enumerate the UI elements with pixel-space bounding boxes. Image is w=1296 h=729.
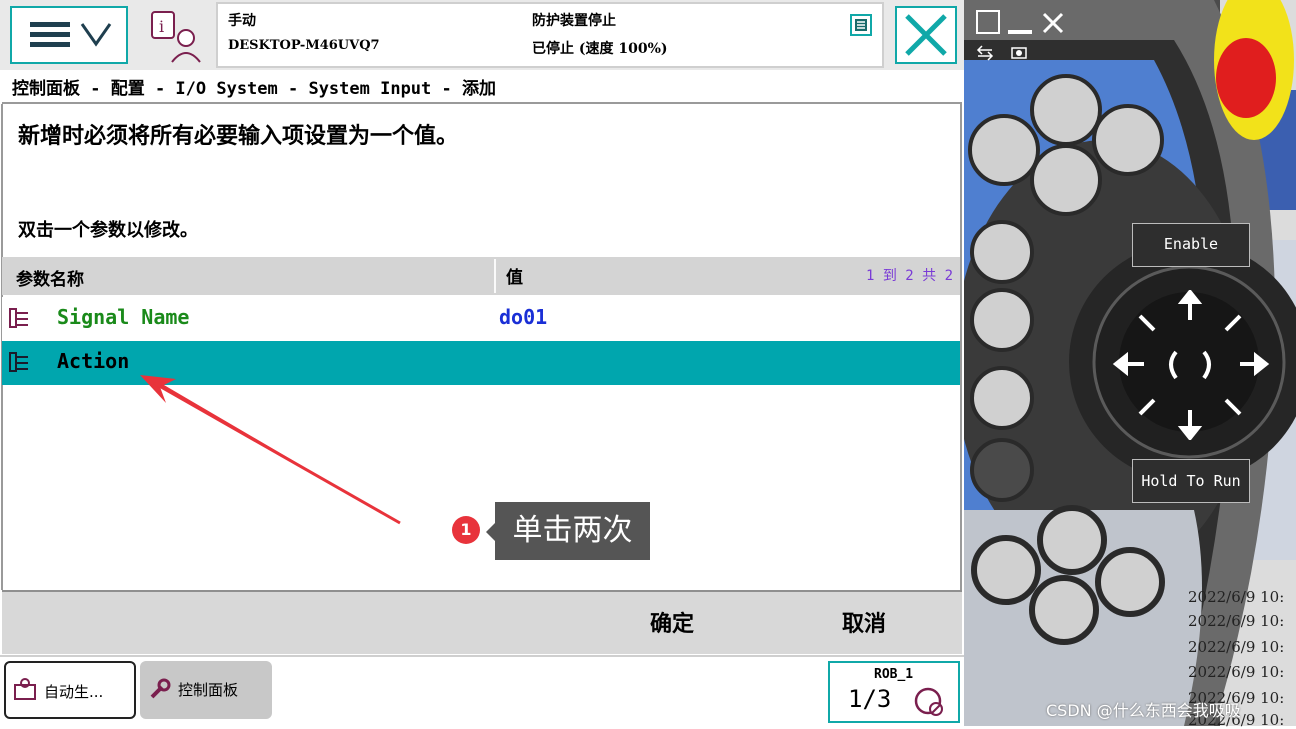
task-button-control-panel[interactable]: 控制面板 bbox=[140, 661, 272, 719]
parameter-name: Action bbox=[57, 349, 130, 373]
pendant-minimize-button[interactable] bbox=[1008, 12, 1032, 34]
joystick-arrows-icon[interactable] bbox=[1110, 290, 1270, 440]
top-bar: i 手动 DESKTOP-M46UVQ7 防护装置停止 已停止 (速度 100%… bbox=[0, 0, 964, 70]
hint-text: 双击一个参数以修改。 bbox=[18, 220, 198, 241]
frame-border-right bbox=[960, 104, 962, 590]
pendant-close-icon[interactable] bbox=[1040, 10, 1066, 36]
row-count: 1 到 2 共 2 bbox=[866, 268, 954, 284]
task-button-auto[interactable]: 自动生... bbox=[4, 661, 136, 719]
task-fraction: 1/3 bbox=[848, 685, 892, 713]
close-icon bbox=[905, 14, 947, 56]
speed-icon bbox=[914, 687, 943, 716]
task-label: 控制面板 bbox=[178, 681, 239, 699]
main-menu-button[interactable] bbox=[10, 6, 128, 64]
wrench-icon bbox=[150, 678, 171, 699]
annotation-arrow bbox=[140, 375, 401, 525]
parameter-name: Signal Name bbox=[57, 305, 190, 329]
svg-text:i: i bbox=[159, 17, 164, 36]
log-line: 2022/6/9 10: bbox=[1188, 663, 1285, 681]
annotation-tooltip: 单击两次 bbox=[495, 502, 650, 560]
quickset-rob-button[interactable]: ROB_1 1/3 bbox=[828, 661, 960, 723]
status-panel: 手动 DESKTOP-M46UVQ7 防护装置停止 已停止 (速度 100%) bbox=[216, 2, 884, 68]
quickset-icon[interactable] bbox=[850, 14, 872, 36]
column-separator bbox=[494, 259, 496, 293]
table-header: 参数名称 值 1 到 2 共 2 bbox=[2, 257, 960, 295]
task-label: 自动生... bbox=[44, 683, 104, 701]
instruction-text: 新增时必须将所有必要输入项设置为一个值。 bbox=[18, 124, 459, 149]
column-header-name[interactable]: 参数名称 bbox=[16, 265, 84, 290]
pendant-restore-button[interactable] bbox=[976, 10, 1000, 34]
parameter-value: do01 bbox=[499, 305, 548, 329]
close-button[interactable] bbox=[895, 6, 957, 64]
rob-label: ROB_1 bbox=[874, 667, 914, 682]
program-state: 已停止 (速度 100%) bbox=[532, 41, 668, 57]
controller-name: DESKTOP-M46UVQ7 bbox=[228, 38, 380, 53]
ok-button[interactable]: 确定 bbox=[650, 606, 694, 638]
log-line: 2022/6/9 10: bbox=[1188, 588, 1285, 606]
log-line: 2022/6/9 10: bbox=[1188, 612, 1285, 630]
parameter-icon bbox=[9, 352, 28, 372]
step-badge: 1 bbox=[452, 516, 480, 544]
taskbar: 自动生... 控制面板 ROB_1 1/3 bbox=[0, 655, 964, 726]
log-line: 2022/6/9 10: bbox=[1188, 638, 1285, 656]
operator-info-icon[interactable]: i bbox=[148, 8, 208, 66]
menu-icon bbox=[30, 22, 112, 47]
enable-label: Enable bbox=[1132, 223, 1250, 267]
column-header-value[interactable]: 值 bbox=[506, 263, 523, 288]
table-row-signal-name[interactable]: Signal Name do01 bbox=[2, 297, 960, 341]
cancel-button[interactable]: 取消 bbox=[842, 606, 886, 638]
pendant-toolbar-icons[interactable] bbox=[976, 44, 1036, 62]
breadcrumb: 控制面板 - 配置 - I/O System - System Input - … bbox=[12, 79, 496, 99]
controller-state: 防护装置停止 bbox=[532, 13, 616, 29]
command-bar: 确定 取消 bbox=[2, 590, 962, 654]
operating-mode: 手动 bbox=[228, 13, 256, 29]
parameter-icon bbox=[9, 308, 28, 328]
flexpendant-screen: i 手动 DESKTOP-M46UVQ7 防护装置停止 已停止 (速度 100%… bbox=[0, 0, 964, 726]
divider bbox=[2, 102, 962, 104]
tooltip-tail bbox=[486, 523, 495, 541]
production-window-icon bbox=[14, 678, 36, 700]
hold-to-run-button[interactable]: Hold To Run bbox=[1132, 459, 1250, 503]
watermark: CSDN @什么东西会我吸吸 bbox=[1046, 701, 1241, 720]
